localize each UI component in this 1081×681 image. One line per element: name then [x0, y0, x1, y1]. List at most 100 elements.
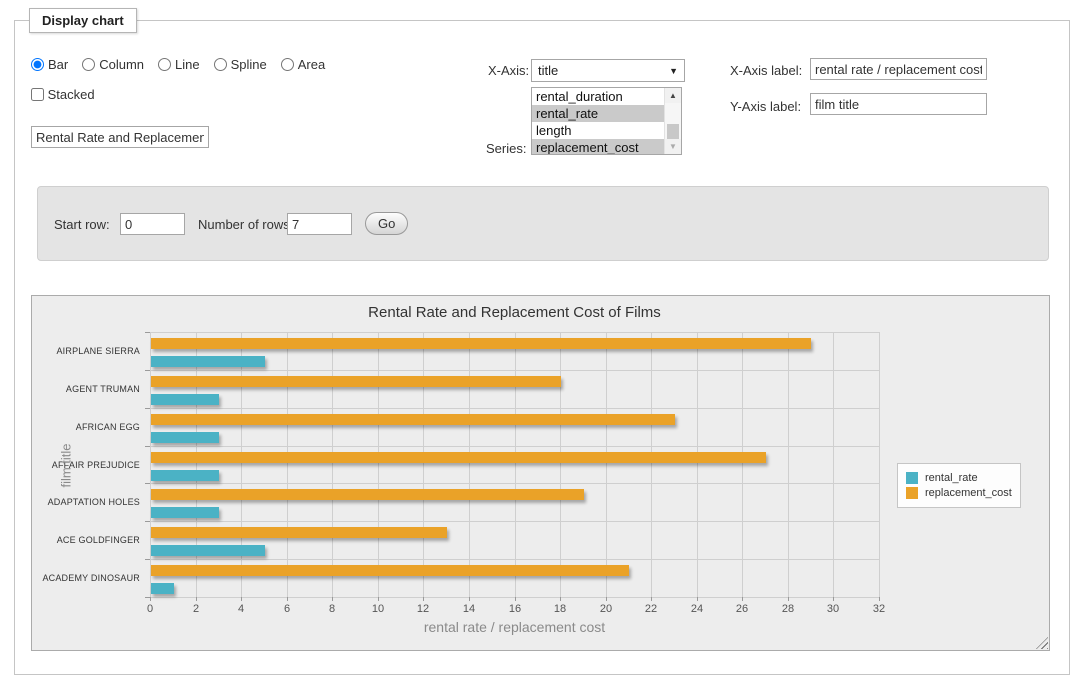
x-tickmark [287, 597, 288, 601]
x-axis-select[interactable]: title ▼ [531, 59, 685, 82]
x-axis-select-label: X-Axis: [488, 63, 529, 78]
chevron-down-icon: ▼ [669, 66, 678, 76]
y-axis-title: film title [59, 443, 74, 487]
gridline [879, 332, 880, 597]
y-tickmark [145, 332, 150, 333]
series-option-replacement_cost[interactable]: replacement_cost [532, 139, 664, 155]
series-label: Series: [486, 141, 526, 156]
category-label: ACE GOLDFINGER [32, 535, 140, 545]
x-tick-label: 30 [816, 603, 850, 615]
y-tickmark [145, 597, 150, 598]
series-option-rental_rate[interactable]: rental_rate [532, 105, 664, 122]
gridline [788, 332, 789, 597]
legend-label: rental_rate [925, 472, 978, 484]
chart-type-radio-line[interactable] [158, 58, 171, 71]
chart-type-label-spline: Spline [231, 57, 267, 72]
y-tickmark [145, 559, 150, 560]
y-tickmark [145, 483, 150, 484]
x-tick-label: 32 [862, 603, 896, 615]
x-tick-label: 26 [725, 603, 759, 615]
chart-type-radio-spline[interactable] [214, 58, 227, 71]
bar-replacement_cost [151, 489, 584, 500]
gridline [150, 408, 879, 409]
legend-swatch-replacement_cost [906, 487, 918, 499]
gridline [241, 332, 242, 597]
x-axis-title: rental rate / replacement cost [150, 619, 879, 635]
resize-handle-icon[interactable] [1036, 637, 1048, 649]
gridline [742, 332, 743, 597]
bar-replacement_cost [151, 338, 811, 349]
bar-replacement_cost [151, 452, 766, 463]
chart-title-input[interactable] [31, 126, 209, 148]
bar-rental_rate [151, 432, 219, 443]
chart-type-radio-column[interactable] [82, 58, 95, 71]
gridline [150, 483, 879, 484]
x-tickmark [651, 597, 652, 601]
x-tickmark [697, 597, 698, 601]
x-axis-label-caption: X-Axis label: [730, 63, 802, 78]
legend-row: rental_rate [906, 472, 1012, 484]
x-tickmark [241, 597, 242, 601]
bar-rental_rate [151, 507, 219, 518]
bar-replacement_cost [151, 376, 561, 387]
category-label: AGENT TRUMAN [32, 384, 140, 394]
x-tick-label: 28 [771, 603, 805, 615]
legend-swatch-rental_rate [906, 472, 918, 484]
series-option-length[interactable]: length [532, 122, 664, 139]
number-of-rows-label: Number of rows: [198, 217, 293, 232]
y-axis-label-caption: Y-Axis label: [730, 99, 801, 114]
x-tick-label: 16 [498, 603, 532, 615]
x-tick-label: 8 [315, 603, 349, 615]
bar-replacement_cost [151, 527, 447, 538]
gridline [332, 332, 333, 597]
x-axis-label-input[interactable] [810, 58, 987, 80]
category-label: ACADEMY DINOSAUR [32, 573, 140, 583]
stacked-checkbox[interactable] [31, 88, 44, 101]
gridline [833, 332, 834, 597]
bar-replacement_cost [151, 414, 675, 425]
chart-type-label-column: Column [99, 57, 144, 72]
chart-title: Rental Rate and Replacement Cost of Film… [150, 304, 879, 321]
category-label: AIRPLANE SIERRA [32, 346, 140, 356]
x-tick-label: 10 [361, 603, 395, 615]
series-option-rental_duration[interactable]: rental_duration [532, 88, 664, 105]
chart-type-radio-group: BarColumnLineSplineArea [31, 57, 335, 72]
bar-rental_rate [151, 356, 265, 367]
x-tickmark [788, 597, 789, 601]
gridline [515, 332, 516, 597]
gridline [378, 332, 379, 597]
x-tickmark [742, 597, 743, 601]
x-tickmark [560, 597, 561, 601]
number-of-rows-input[interactable] [287, 213, 352, 235]
chart-type-radio-area[interactable] [281, 58, 294, 71]
y-axis-label-input[interactable] [810, 93, 987, 115]
x-tickmark [606, 597, 607, 601]
gridline [150, 370, 879, 371]
x-axis-select-value: title [538, 63, 669, 78]
chart-type-radio-bar[interactable] [31, 58, 44, 71]
start-row-input[interactable] [120, 213, 185, 235]
go-button[interactable]: Go [365, 212, 408, 235]
plot-area [150, 332, 879, 597]
x-tick-label: 4 [224, 603, 258, 615]
chart-type-label-line: Line [175, 57, 200, 72]
scroll-down-icon[interactable]: ▼ [665, 139, 681, 154]
scroll-up-icon[interactable]: ▲ [665, 88, 681, 103]
legend-row: replacement_cost [906, 487, 1012, 499]
y-tickmark [145, 370, 150, 371]
gridline [469, 332, 470, 597]
rows-panel: Start row: Number of rows: Go [37, 186, 1049, 261]
chart-container: Rental Rate and Replacement Cost of Film… [31, 295, 1050, 651]
gridline [196, 332, 197, 597]
x-tickmark [879, 597, 880, 601]
series-scrollbar[interactable]: ▲ ▼ [664, 88, 681, 154]
bar-replacement_cost [151, 565, 629, 576]
x-tick-label: 6 [270, 603, 304, 615]
gridline [150, 559, 879, 560]
legend-label: replacement_cost [925, 487, 1012, 499]
category-label: AFFAIR PREJUDICE [32, 460, 140, 470]
x-tick-label: 18 [543, 603, 577, 615]
series-listbox[interactable]: rental_durationrental_ratelengthreplacem… [531, 87, 682, 155]
y-tickmark [145, 521, 150, 522]
gridline [606, 332, 607, 597]
